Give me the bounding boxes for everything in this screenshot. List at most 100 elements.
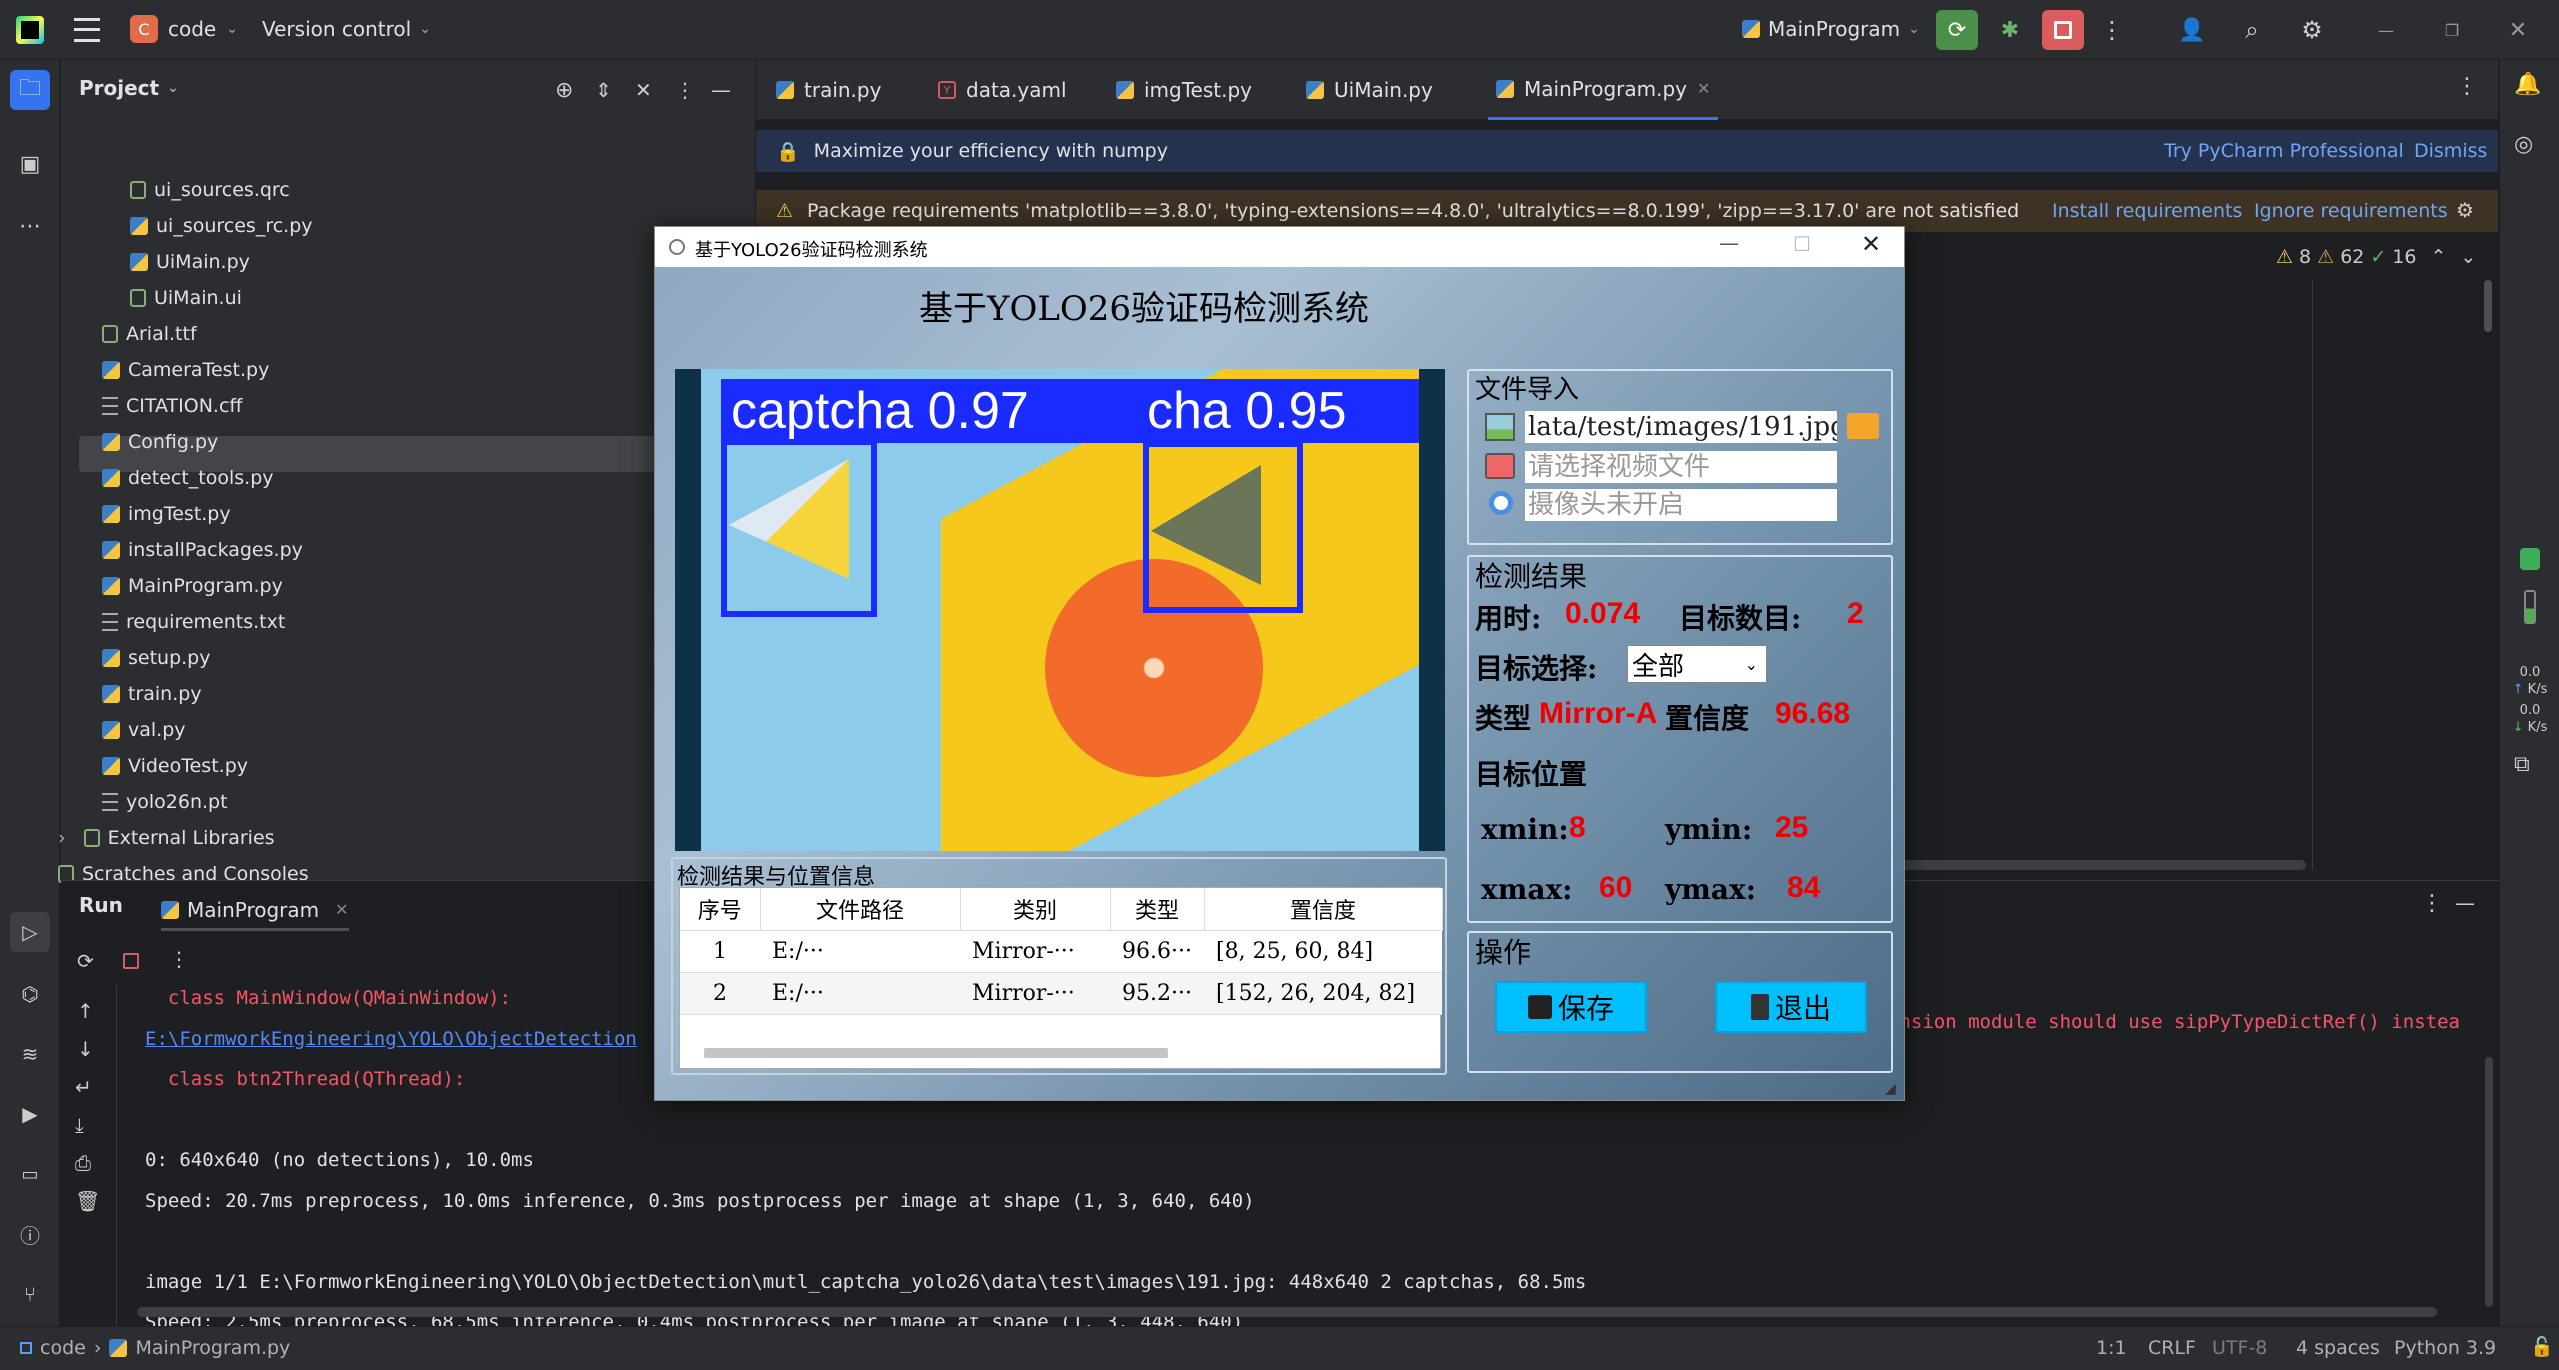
git-icon[interactable]: ⑂ (14, 1278, 46, 1310)
editor-vertical-scroll[interactable] (2484, 280, 2492, 332)
close-tab-icon[interactable]: ✕ (335, 900, 348, 919)
table-header-cell[interactable]: 类型 (1110, 888, 1205, 930)
locate-icon[interactable]: ⊕ (555, 78, 573, 103)
project-folder-icon[interactable]: 🗀 (10, 70, 50, 110)
screenshot-icon[interactable]: ⧉ (2514, 752, 2530, 777)
tab-train-py[interactable]: train.py (776, 60, 881, 120)
tree-item[interactable]: Config.py (102, 424, 218, 460)
console-hscroll[interactable] (137, 1307, 2437, 1317)
tree-item[interactable]: train.py (102, 676, 202, 712)
gear-icon[interactable]: ⚙ (2456, 198, 2474, 222)
layers-icon[interactable]: ≋ (14, 1038, 46, 1070)
vcs-menu[interactable]: Version control ⌄ (262, 17, 431, 41)
open-folder-icon[interactable] (1847, 413, 1879, 439)
run-tool-icon[interactable]: ▷ (10, 912, 50, 952)
more-tools-icon[interactable]: ⋯ (14, 210, 46, 242)
minimize-window-icon[interactable]: — (2366, 14, 2406, 46)
table-hscroll[interactable] (704, 1048, 1168, 1058)
tree-item[interactable]: imgTest.py (102, 496, 231, 532)
caret-position[interactable]: 1:1 (2096, 1337, 2127, 1359)
options-icon[interactable]: ⋮ (675, 78, 695, 102)
tab-data-yaml[interactable]: Ydata.yaml (938, 60, 1067, 120)
breadcrumb-file[interactable]: MainProgram.py (135, 1337, 290, 1359)
rerun-button[interactable]: ⟳ (1936, 10, 1978, 50)
resize-grip-icon[interactable]: ◢ (1885, 1081, 1896, 1097)
indent-setting[interactable]: 4 spaces (2296, 1337, 2380, 1359)
breadcrumb-project[interactable]: code (40, 1337, 86, 1359)
tree-item[interactable]: CITATION.cff (102, 388, 242, 424)
inspection-widget[interactable]: ⚠ 8 ⚠ 62 ✓ 16 ⌃ ⌄ (2276, 246, 2476, 268)
tree-item[interactable]: MainProgram.py (102, 568, 283, 604)
close-tab-icon[interactable]: ✕ (1697, 79, 1710, 98)
camera-icon[interactable] (1489, 491, 1513, 515)
notifications-icon[interactable]: 🔔 (2514, 72, 2541, 97)
restore-window-icon[interactable]: ❐ (2432, 14, 2472, 46)
stop-button[interactable] (2042, 10, 2084, 50)
more-icon[interactable]: ⋮ (169, 947, 189, 971)
tree-item[interactable]: detect_tools.py (102, 460, 274, 496)
tree-item[interactable]: ui_sources.qrc (130, 172, 290, 208)
table-row[interactable]: 1 E:/··· Mirror-··· 96.6··· [8, 25, 60, 84] (680, 930, 1442, 972)
collapse-all-icon[interactable]: ✕ (635, 78, 652, 102)
target-select-dropdown[interactable]: 全部 ⌄ (1627, 645, 1767, 683)
rerun-icon[interactable]: ⟳ (77, 949, 94, 973)
tab-uimain-py[interactable]: UiMain.py (1306, 60, 1433, 120)
console-vscroll[interactable] (2485, 1057, 2493, 1307)
image-path-field[interactable]: lata/test/images/191.jpg (1525, 411, 1837, 443)
console-line[interactable]: E:\FormworkEngineering\YOLO\ObjectDetect… (145, 1028, 637, 1050)
print-icon[interactable]: ⎙ (75, 1151, 91, 1175)
camera-status-field[interactable]: 摄像头未开启 (1525, 489, 1837, 521)
scroll-end-icon[interactable]: ⤓ (75, 1113, 84, 1137)
trash-icon[interactable]: 🗑 (75, 1189, 100, 1213)
tab-imgtest-py[interactable]: imgTest.py (1116, 60, 1252, 120)
tree-item[interactable]: requirements.txt (102, 604, 285, 640)
table-header-cell[interactable]: 序号 (680, 888, 761, 930)
tree-item[interactable]: ui_sources_rc.py (130, 208, 313, 244)
tree-item[interactable]: setup.py (102, 640, 211, 676)
services-icon[interactable]: ▶ (14, 1098, 46, 1130)
try-professional-link[interactable]: Try PyCharm Professional (2164, 140, 2404, 162)
project-switcher[interactable]: C code ⌄ (130, 15, 238, 43)
close-window-icon[interactable]: ✕ (2498, 14, 2538, 46)
save-button[interactable]: 保存 (1495, 981, 1647, 1033)
up-arrow-icon[interactable]: ↑ (77, 999, 94, 1023)
options-icon[interactable]: ⋮ (2421, 891, 2443, 916)
file-encoding[interactable]: UTF-8 (2212, 1337, 2267, 1359)
expand-all-icon[interactable]: ⇕ (595, 78, 612, 102)
problems-icon[interactable]: ⓘ (14, 1218, 46, 1250)
minimize-icon[interactable]: — (1719, 231, 1739, 255)
python-console-icon[interactable]: ⌬ (14, 978, 46, 1010)
table-header-cell[interactable]: 置信度 (1204, 888, 1443, 930)
project-panel-header[interactable]: Project ⌄ (79, 76, 179, 100)
dismiss-link[interactable]: Dismiss (2414, 140, 2487, 162)
soft-wrap-icon[interactable]: ↵ (75, 1075, 92, 1099)
settings-gear-icon[interactable]: ⚙ (2296, 14, 2328, 46)
run-tab-mainprogram[interactable]: MainProgram ✕ (161, 891, 349, 931)
stop-icon[interactable] (123, 953, 139, 969)
maximize-icon[interactable]: ☐ (1793, 232, 1811, 256)
more-actions-icon[interactable]: ⋮ (2100, 14, 2124, 46)
table-header-cell[interactable]: 文件路径 (760, 888, 961, 930)
exit-button[interactable]: 退出 (1715, 981, 1867, 1033)
search-icon[interactable]: ⌕ (2236, 14, 2268, 46)
video-file-icon[interactable] (1485, 453, 1515, 479)
video-path-field[interactable]: 请选择视频文件 (1525, 451, 1837, 483)
tree-item[interactable]: Arial.ttf (102, 316, 197, 352)
tree-item[interactable]: yolo26n.pt (102, 784, 228, 820)
chevron-right-icon[interactable]: › (58, 827, 66, 849)
tree-item[interactable]: val.py (102, 712, 186, 748)
close-icon[interactable]: ✕ (1861, 230, 1881, 258)
run-config-selector[interactable]: MainProgram ⌄ (1742, 17, 1920, 41)
tree-item[interactable]: › External Libraries (58, 820, 275, 856)
install-requirements-link[interactable]: Install requirements (2052, 200, 2242, 222)
chevron-down-icon[interactable]: ⌄ (2460, 246, 2476, 268)
tab-mainprogram-py[interactable]: MainProgram.py ✕ (1488, 60, 1719, 120)
terminal-icon[interactable]: ▭ (14, 1158, 46, 1190)
ignore-requirements-link[interactable]: Ignore requirements (2254, 200, 2448, 222)
table-header-cell[interactable]: 类别 (960, 888, 1111, 930)
image-file-icon[interactable] (1485, 413, 1515, 441)
lock-icon[interactable]: 🔓 (2530, 1335, 2554, 1358)
tab-options-icon[interactable]: ⋮ (2456, 74, 2478, 99)
hide-panel-icon[interactable]: — (711, 78, 731, 102)
hide-panel-icon[interactable]: — (2455, 891, 2475, 915)
